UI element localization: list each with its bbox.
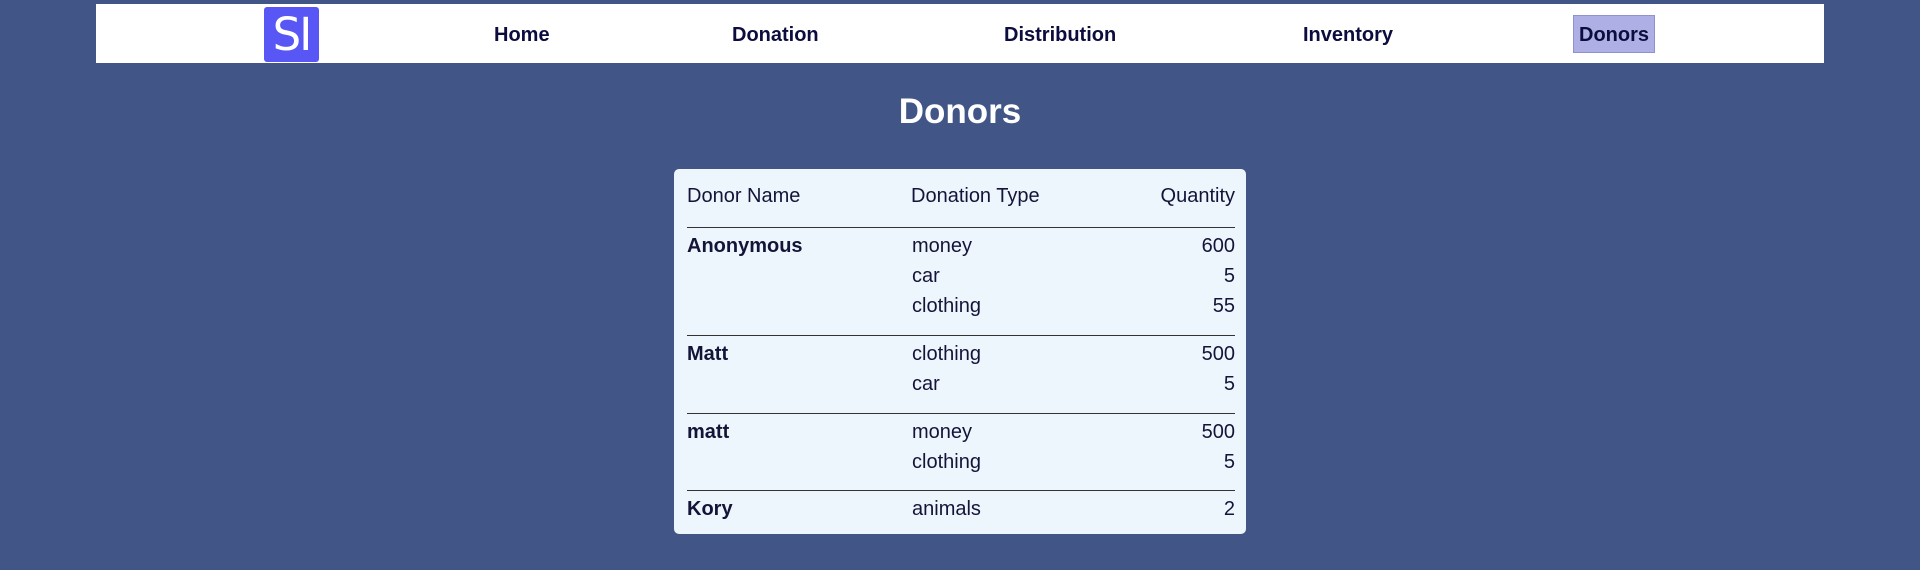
donation-types: animals	[912, 494, 1112, 524]
donation-type: car	[912, 265, 940, 287]
donation-types: money clothing	[912, 417, 1112, 477]
donation-type: animals	[912, 498, 981, 520]
donation-quantity: 5	[1223, 265, 1235, 287]
donation-types: money car clothing	[912, 231, 1112, 321]
donation-quantity: 2	[1223, 498, 1235, 520]
top-navbar: SI Home Donation Distribution Inventory …	[96, 4, 1824, 63]
header-quantity: Quantity	[1160, 185, 1235, 207]
donation-type: clothing	[912, 295, 981, 317]
donation-type: money	[912, 421, 973, 443]
donation-quantity: 55	[1212, 295, 1235, 317]
donation-quantity: 600	[1201, 235, 1235, 257]
donation-quantity: 5	[1223, 373, 1235, 395]
donation-type: clothing	[912, 343, 981, 365]
table-row: Kory animals 2	[687, 490, 1235, 531]
page-title: Donors	[898, 92, 1022, 131]
donation-quantity: 500	[1201, 421, 1235, 443]
header-donation-type: Donation Type	[911, 185, 1040, 207]
donation-type: money	[912, 235, 973, 257]
donation-quantities: 500 5	[1135, 339, 1235, 399]
donation-quantities: 2	[1135, 494, 1235, 524]
donor-name: matt	[687, 421, 730, 443]
table-row: Anonymous money car clothing 600 5 55	[687, 227, 1235, 335]
donation-quantity: 500	[1201, 343, 1235, 365]
donation-type: clothing	[912, 451, 981, 473]
table-row: Matt clothing car 500 5	[687, 335, 1235, 414]
donation-type: car	[912, 373, 940, 395]
donation-types: clothing car	[912, 339, 1112, 399]
donation-quantity: 5	[1223, 451, 1235, 473]
nav-link-home[interactable]: Home	[494, 23, 550, 47]
table-row: matt money clothing 500 5	[687, 413, 1235, 491]
donor-name: Anonymous	[687, 235, 803, 257]
donor-name: Matt	[687, 343, 729, 365]
nav-link-donors[interactable]: Donors	[1573, 15, 1655, 53]
donors-table: Donor Name Donation Type Quantity Anonym…	[674, 169, 1246, 534]
donation-quantities: 500 5	[1135, 417, 1235, 477]
donor-name: Kory	[687, 498, 733, 520]
donation-quantities: 600 5 55	[1135, 231, 1235, 321]
logo[interactable]: SI	[264, 7, 319, 62]
nav-link-inventory[interactable]: Inventory	[1303, 23, 1393, 47]
nav-link-donation[interactable]: Donation	[732, 23, 819, 47]
header-donor-name: Donor Name	[687, 185, 801, 207]
nav-link-distribution[interactable]: Distribution	[1004, 23, 1116, 47]
